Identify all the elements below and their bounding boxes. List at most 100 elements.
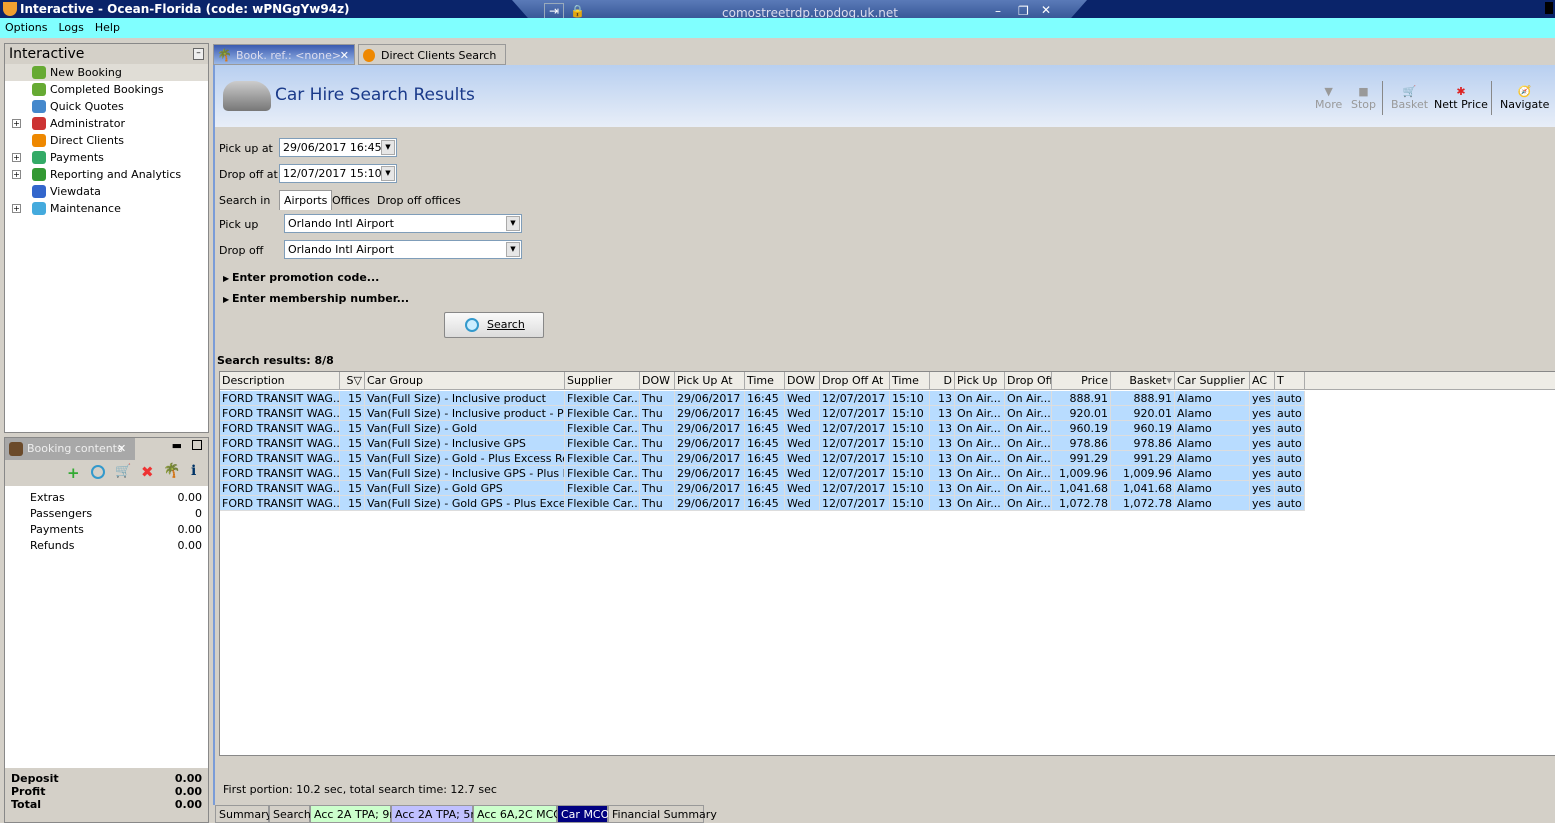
expand-icon[interactable]: +: [12, 153, 21, 162]
table-cell-supplier: Flexible Car...: [565, 466, 640, 481]
table-cell-dow: Thu: [640, 466, 675, 481]
dropoff-location-select[interactable]: Orlando Intl Airport ▼: [284, 240, 522, 259]
bottom-tab-financial-summary[interactable]: Financial Summary: [608, 805, 717, 823]
chevron-down-icon[interactable]: ▼: [506, 216, 520, 231]
table-row[interactable]: FORD TRANSIT WAG... 15 Van(Full Size) - Go…: [220, 481, 1305, 496]
nett-price-button[interactable]: ✱ Nett Price: [1434, 85, 1488, 111]
delete-icon[interactable]: ✖: [141, 463, 154, 481]
search-button[interactable]: Search: [444, 312, 544, 338]
minimize-panel-icon[interactable]: ▬: [172, 439, 182, 452]
sidebar-item-administrator[interactable]: + Administrator: [5, 115, 208, 132]
column-header-pick-up[interactable]: Pick Up: [955, 372, 1005, 390]
table-cell-d: 13: [930, 421, 955, 436]
close-icon[interactable]: ✕: [1041, 3, 1051, 17]
table-cell-basket: 1,009.96: [1111, 466, 1175, 481]
maximize-panel-icon[interactable]: [192, 440, 202, 450]
filter-icon[interactable]: ▽: [354, 374, 362, 387]
column-header-description[interactable]: Description: [220, 372, 340, 390]
minimize-icon[interactable]: –: [995, 4, 1001, 18]
column-header-d[interactable]: D: [930, 372, 955, 390]
expand-icon[interactable]: +: [12, 170, 21, 179]
column-header-car-group[interactable]: Car Group: [365, 372, 565, 390]
table-cell-d: 13: [930, 436, 955, 451]
column-header-car-supplier[interactable]: Car Supplier: [1175, 372, 1250, 390]
table-row[interactable]: FORD TRANSIT WAG... 15 Van(Full Size) - Go…: [220, 451, 1305, 466]
column-header-drop-off[interactable]: Drop Off: [1005, 372, 1052, 390]
column-header-t[interactable]: T: [1275, 372, 1305, 390]
document-tabs: 🌴 Book. ref.: <none> ✕ Direct Clients Se…: [213, 43, 1555, 65]
table-cell-dow: Wed: [785, 421, 820, 436]
bottom-tab-summary[interactable]: Summary: [215, 805, 272, 823]
column-header-drop-off-at[interactable]: Drop Off At: [820, 372, 890, 390]
total-label: Total: [11, 798, 42, 811]
column-header-pick-up-at[interactable]: Pick Up At: [675, 372, 745, 390]
more-button[interactable]: ▼ More: [1315, 85, 1342, 111]
sidebar-item-maintenance[interactable]: + Maintenance: [5, 200, 208, 217]
sidebar-item-reporting-and-analytics[interactable]: + Reporting and Analytics: [5, 166, 208, 183]
collapse-panel-icon[interactable]: –: [193, 48, 204, 60]
column-header-price[interactable]: Price: [1052, 372, 1111, 390]
expand-icon[interactable]: +: [12, 204, 21, 213]
column-header-ac[interactable]: AC: [1250, 372, 1275, 390]
pickup-location-select[interactable]: Orlando Intl Airport ▼: [284, 214, 522, 233]
table-cell-drop-off-at: 12/07/2017: [820, 391, 890, 406]
close-tab-icon[interactable]: ✕: [340, 45, 349, 66]
restore-icon[interactable]: ❐: [1018, 4, 1029, 18]
bottom-tab-acc-2a-tpa-9n[interactable]: Acc 2A TPA; 9n: [310, 805, 396, 823]
table-row[interactable]: FORD TRANSIT WAG... 15 Van(Full Size) - Go…: [220, 421, 1305, 436]
sidebar-item-direct-clients[interactable]: Direct Clients: [5, 132, 208, 149]
bottom-tab-car-mco[interactable]: Car MCO: [557, 805, 609, 823]
column-header-basket[interactable]: Basket▾: [1111, 372, 1175, 390]
chevron-down-icon[interactable]: ▼: [506, 242, 520, 257]
chevron-down-icon[interactable]: ▼: [381, 166, 395, 181]
column-header-s[interactable]: S▽: [340, 372, 365, 390]
window-control-icon[interactable]: [1545, 2, 1553, 14]
expand-icon[interactable]: +: [12, 119, 21, 128]
sidebar-item-viewdata[interactable]: Viewdata: [5, 183, 208, 200]
navigate-button[interactable]: 🧭 Navigate: [1500, 85, 1549, 111]
add-icon[interactable]: +: [67, 464, 80, 482]
bottom-tab-search[interactable]: Search: [269, 805, 311, 823]
booking-row: Payments 0.00: [5, 522, 208, 538]
column-header-time[interactable]: Time: [745, 372, 785, 390]
table-row[interactable]: FORD TRANSIT WAG... 15 Van(Full Size) - In…: [220, 466, 1305, 481]
sidebar-item-quick-quotes[interactable]: Quick Quotes: [5, 98, 208, 115]
sidebar-item-payments[interactable]: + Payments: [5, 149, 208, 166]
stop-button[interactable]: ■ Stop: [1351, 85, 1376, 111]
booking-contents-tab[interactable]: Booking contents ✕: [5, 438, 135, 460]
membership-number-expander[interactable]: ▶ Enter membership number...: [223, 292, 409, 305]
dropoff-datetime-field[interactable]: 12/07/2017 15:10 ▼: [279, 164, 397, 183]
search-in-tab-dropoff-offices[interactable]: Drop off offices: [377, 194, 461, 207]
tab-direct-clients-search[interactable]: Direct Clients Search: [358, 44, 506, 65]
table-row[interactable]: FORD TRANSIT WAG... 15 Van(Full Size) - In…: [220, 436, 1305, 451]
menu-logs[interactable]: Logs: [58, 21, 83, 34]
column-header-supplier[interactable]: Supplier: [565, 372, 640, 390]
sort-desc-icon[interactable]: ▾: [1166, 374, 1172, 387]
menu-help[interactable]: Help: [95, 21, 120, 34]
close-tab-icon[interactable]: ✕: [117, 438, 126, 460]
clock-icon[interactable]: [91, 465, 105, 479]
info-icon[interactable]: i: [191, 463, 196, 479]
search-in-tab-airports[interactable]: Airports: [279, 190, 333, 210]
menu-options[interactable]: Options: [5, 21, 47, 34]
table-row[interactable]: FORD TRANSIT WAG... 15 Van(Full Size) - Go…: [220, 496, 1305, 511]
sidebar-item-completed-bookings[interactable]: Completed Bookings: [5, 81, 208, 98]
bottom-tab-acc-2a-tpa-5n[interactable]: Acc 2A TPA; 5n: [391, 805, 477, 823]
table-row[interactable]: FORD TRANSIT WAG... 15 Van(Full Size) - In…: [220, 391, 1305, 406]
chevron-down-icon[interactable]: ▼: [381, 140, 395, 155]
table-cell-car-supplier: Alamo: [1175, 406, 1250, 421]
sidebar-item-new-booking[interactable]: New Booking: [5, 64, 208, 81]
promotion-code-expander[interactable]: ▶ Enter promotion code...: [223, 271, 379, 284]
palm-tree-icon[interactable]: 🌴: [163, 463, 180, 479]
column-header-time[interactable]: Time: [890, 372, 930, 390]
column-header-dow[interactable]: DOW: [785, 372, 820, 390]
pickup-datetime-field[interactable]: 29/06/2017 16:45 ▼: [279, 138, 397, 157]
bottom-tab-acc-6a-2c-mco[interactable]: Acc 6A,2C MCO: [473, 805, 562, 823]
tab-booking-ref[interactable]: 🌴 Book. ref.: <none> ✕: [213, 44, 355, 65]
column-header-dow[interactable]: DOW: [640, 372, 675, 390]
column-header-label: DOW: [787, 374, 816, 387]
basket-button[interactable]: 🛒 Basket: [1391, 85, 1428, 111]
table-row[interactable]: FORD TRANSIT WAG... 15 Van(Full Size) - In…: [220, 406, 1305, 421]
search-in-tab-offices[interactable]: Offices: [332, 194, 370, 207]
basket-transfer-icon[interactable]: 🛒: [115, 464, 131, 479]
